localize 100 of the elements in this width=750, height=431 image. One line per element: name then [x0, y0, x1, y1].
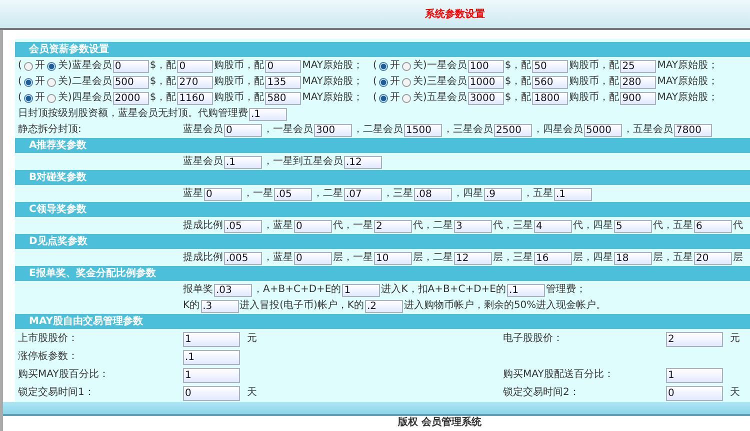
input-field[interactable]: 10: [374, 252, 412, 264]
radio-label: 开: [34, 60, 45, 72]
paren: ): [422, 60, 427, 72]
field-label: 购股币，配: [569, 76, 620, 88]
input-field[interactable]: .2: [364, 300, 403, 312]
input-field[interactable]: .05: [224, 220, 262, 232]
input-field[interactable]: .3: [200, 300, 239, 312]
input-field[interactable]: 135: [265, 76, 302, 88]
radio-label: 关: [58, 92, 68, 104]
input-field[interactable]: 12: [454, 252, 492, 264]
field-label: $，配: [504, 60, 532, 72]
field-label: 报单奖: [183, 284, 213, 296]
input-field[interactable]: .9: [484, 188, 522, 200]
field-label: 四星会员: [543, 124, 583, 136]
field-label: 购股币，配: [214, 60, 264, 72]
input-field[interactable]: .07: [344, 188, 382, 200]
input-field[interactable]: 6: [694, 220, 732, 232]
input-field[interactable]: 1160: [177, 92, 214, 104]
section-heading: 会员资薪参数设置: [15, 42, 750, 57]
field-label: ，: [253, 284, 263, 296]
field-label: $，配: [150, 60, 176, 72]
input-field[interactable]: 560: [532, 76, 568, 88]
input-field[interactable]: .1: [183, 350, 240, 364]
input-field[interactable]: .1: [554, 188, 592, 200]
field-label: 五星: [533, 188, 553, 200]
field-label: 锁定交易时间1：: [18, 387, 94, 398]
input-field[interactable]: 7800: [674, 124, 712, 136]
input-field[interactable]: 5000: [584, 124, 622, 136]
input-field[interactable]: 3000: [468, 92, 504, 104]
field-label: ，: [533, 124, 543, 136]
input-field[interactable]: 1000: [468, 76, 504, 88]
input-field[interactable]: .005: [224, 252, 262, 264]
field-label: 管理费；: [546, 284, 586, 296]
input-field[interactable]: .1: [249, 108, 287, 120]
field-label: 二星会员: [72, 76, 112, 88]
input-field[interactable]: .05: [274, 188, 312, 200]
input-field[interactable]: 4: [534, 220, 572, 232]
input-field[interactable]: 5: [614, 220, 652, 232]
input-field[interactable]: 0: [112, 60, 149, 72]
section-heading: C领导奖参数: [15, 202, 750, 217]
input-field[interactable]: 3: [454, 220, 492, 232]
field-label: MAY原始股；: [302, 60, 363, 72]
input-field[interactable]: 2500: [494, 124, 532, 136]
field-label: 锁定交易时间2：: [503, 387, 580, 398]
input-field[interactable]: 500: [112, 76, 149, 88]
input-field[interactable]: .1: [224, 156, 262, 168]
input-field[interactable]: 0: [204, 188, 242, 200]
input-field[interactable]: 18: [614, 252, 652, 264]
field-label: 层: [733, 252, 743, 264]
input-field[interactable]: 1800: [532, 92, 568, 104]
input-field[interactable]: 1: [183, 368, 240, 382]
field-label: 四星会员: [72, 92, 112, 104]
field-label: 购股币，配: [569, 60, 620, 72]
input-field[interactable]: 580: [265, 92, 302, 104]
input-field[interactable]: .03: [214, 284, 252, 296]
input-field[interactable]: 1: [342, 284, 380, 296]
field-label: 代，: [493, 220, 513, 232]
paren: (: [18, 60, 22, 72]
input-field[interactable]: 25: [620, 60, 656, 72]
field-label: ，: [623, 124, 633, 136]
input-field[interactable]: 0: [666, 386, 723, 400]
input-field[interactable]: .08: [414, 188, 452, 200]
section-heading: B对碰奖参数: [15, 170, 750, 185]
input-field[interactable]: 1500: [404, 124, 442, 136]
field-label: ，: [263, 156, 273, 168]
input-field[interactable]: 16: [534, 252, 572, 264]
input-field[interactable]: 2: [666, 332, 723, 346]
input-field[interactable]: .12: [344, 156, 382, 168]
input-field[interactable]: 300: [314, 124, 352, 136]
unit-label: 元: [730, 333, 740, 345]
input-field[interactable]: 0: [183, 386, 240, 400]
input-field[interactable]: 0: [265, 60, 302, 72]
input-field[interactable]: 0: [294, 252, 332, 264]
input-field[interactable]: 1: [666, 368, 723, 382]
radio-label: 开: [390, 76, 400, 88]
field-label: MAY原始股；: [302, 92, 363, 104]
field-label: ，: [453, 188, 463, 200]
input-field[interactable]: 280: [620, 76, 656, 88]
field-label: 涨停板参数：: [18, 351, 78, 362]
field-label: 蓝星会员: [183, 124, 223, 136]
input-field[interactable]: 0: [224, 124, 262, 136]
input-field[interactable]: 270: [177, 76, 214, 88]
page-title: 系统参数设置: [424, 8, 485, 21]
radio-label: 关: [412, 92, 423, 104]
field-label: 一星: [253, 188, 273, 200]
paren: ): [422, 92, 427, 104]
input-field[interactable]: 2000: [112, 92, 149, 104]
input-field[interactable]: 0: [177, 60, 214, 72]
input-field[interactable]: 1: [183, 332, 240, 346]
field-label: 一星会员: [273, 124, 313, 136]
input-field[interactable]: 100: [468, 60, 504, 72]
input-field[interactable]: 900: [620, 92, 656, 104]
input-field[interactable]: .1: [507, 284, 545, 296]
input-field[interactable]: 0: [294, 220, 332, 232]
input-field[interactable]: 2: [374, 220, 412, 232]
field-label: 蓝星: [273, 220, 293, 232]
input-field[interactable]: 20: [694, 252, 732, 264]
input-field[interactable]: 50: [532, 60, 568, 72]
field-label: 层，: [333, 252, 353, 264]
field-label: 层，: [653, 252, 673, 264]
